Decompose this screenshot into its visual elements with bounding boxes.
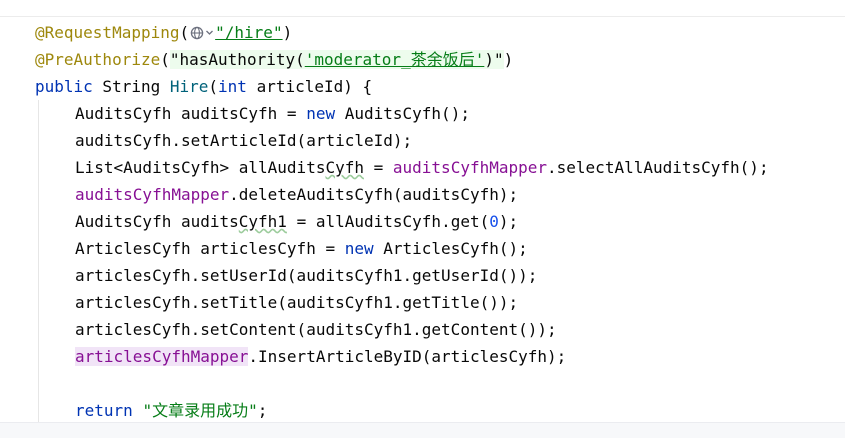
code-text: articlesCyfh.setUserId(auditsCyfh1.getUs… bbox=[75, 266, 538, 285]
code-text: AuditsCyfh audits bbox=[75, 212, 239, 231]
code-line-15[interactable]: return "文章录用成功"; bbox=[0, 397, 267, 424]
code-text: List<AuditsCyfh> allAudits bbox=[75, 158, 326, 177]
code-editor[interactable]: @RequestMapping("/hire") @PreAuthorize("… bbox=[0, 16, 845, 422]
code-text: = allAuditsCyfh.get( bbox=[286, 212, 490, 231]
code-text: ArticlesCyfh(); bbox=[373, 239, 528, 258]
typo-marker: Cyfh1 bbox=[238, 212, 287, 231]
keyword-new: new bbox=[306, 104, 336, 123]
expr-start: "hasAuthority( bbox=[169, 50, 305, 69]
paren: ( bbox=[179, 23, 190, 42]
authority-expression: "hasAuthority('moderator_茶余饭后')" bbox=[169, 50, 504, 69]
code-line-13[interactable]: articlesCyfhMapper.InsertArticleByID(art… bbox=[0, 343, 566, 370]
keyword-int: int bbox=[218, 77, 247, 96]
code-text: ArticlesCyfh articlesCyfh = bbox=[75, 239, 345, 258]
horizontal-scrollbar[interactable] bbox=[0, 422, 845, 438]
annotation-pre-authorize: @PreAuthorize bbox=[35, 50, 161, 69]
authority-string[interactable]: 'moderator_茶余饭后' bbox=[305, 50, 485, 69]
code-line-10[interactable]: articlesCyfh.setUserId(auditsCyfh1.getUs… bbox=[0, 262, 537, 289]
params: articleId) { bbox=[246, 77, 373, 96]
return-type: String bbox=[92, 77, 170, 96]
field-audits-mapper[interactable]: auditsCyfhMapper bbox=[393, 158, 547, 177]
code-text: auditsCyfh.setArticleId(articleId); bbox=[75, 131, 413, 150]
code-text: = bbox=[363, 158, 393, 177]
editor-top-border bbox=[0, 0, 845, 17]
code-text: articlesCyfh.setContent(auditsCyfh1.getC… bbox=[75, 320, 557, 339]
mapping-path-string[interactable]: "/hire" bbox=[215, 23, 282, 42]
code-line-2[interactable]: @PreAuthorize("hasAuthority('moderator_茶… bbox=[0, 46, 513, 73]
code-text: .selectAllAuditsCyfh(); bbox=[547, 158, 769, 177]
code-line-5[interactable]: auditsCyfh.setArticleId(articleId); bbox=[0, 127, 412, 154]
method-name-hire[interactable]: Hire bbox=[170, 77, 209, 96]
code-text: .deleteAuditsCyfh(auditsCyfh); bbox=[229, 185, 519, 204]
annotation-request-mapping: @RequestMapping bbox=[35, 23, 180, 42]
paren: ( bbox=[160, 50, 170, 69]
keyword-return: return bbox=[75, 401, 133, 420]
return-string: "文章录用成功" bbox=[142, 401, 258, 420]
code-text: articlesCyfh.setTitle(auditsCyfh1.getTit… bbox=[75, 293, 519, 312]
paren: ( bbox=[208, 77, 219, 96]
code-line-4[interactable]: AuditsCyfh auditsCyfh = new AuditsCyfh()… bbox=[0, 100, 470, 127]
code-text: ); bbox=[498, 212, 519, 231]
code-text: .InsertArticleByID(articlesCyfh); bbox=[248, 347, 567, 366]
code-line-1[interactable]: @RequestMapping( "/hire") bbox=[0, 19, 292, 46]
code-line-3[interactable]: public String Hire(int articleId) { bbox=[0, 73, 372, 100]
code-line-11[interactable]: articlesCyfh.setTitle(auditsCyfh1.getTit… bbox=[0, 289, 518, 316]
chevron-down-icon bbox=[206, 30, 214, 35]
field-articles-mapper[interactable]: articlesCyfhMapper bbox=[75, 347, 249, 366]
code-line-12[interactable]: articlesCyfh.setContent(auditsCyfh1.getC… bbox=[0, 316, 557, 343]
code-line-8[interactable]: AuditsCyfh auditsCyfh1 = allAuditsCyfh.g… bbox=[0, 208, 518, 235]
expr-end: )" bbox=[484, 50, 504, 69]
code-text: AuditsCyfh auditsCyfh = bbox=[75, 104, 307, 123]
code-text: AuditsCyfh(); bbox=[335, 104, 470, 123]
code-text: ; bbox=[257, 401, 268, 420]
code-line-6[interactable]: List<AuditsCyfh> allAuditsCyfh = auditsC… bbox=[0, 154, 769, 181]
paren: ) bbox=[503, 50, 514, 69]
keyword-new: new bbox=[344, 239, 374, 258]
paren: ) bbox=[282, 23, 293, 42]
typo-marker: Cyfh bbox=[325, 158, 364, 177]
keyword-public: public bbox=[35, 77, 93, 96]
field-audits-mapper[interactable]: auditsCyfhMapper bbox=[75, 185, 229, 204]
code-line-7[interactable]: auditsCyfhMapper.deleteAuditsCyfh(audits… bbox=[0, 181, 518, 208]
url-inlay-hint[interactable] bbox=[190, 25, 214, 41]
globe-icon bbox=[190, 26, 204, 39]
number-literal: 0 bbox=[489, 212, 499, 231]
code-line-9[interactable]: ArticlesCyfh articlesCyfh = new Articles… bbox=[0, 235, 528, 262]
